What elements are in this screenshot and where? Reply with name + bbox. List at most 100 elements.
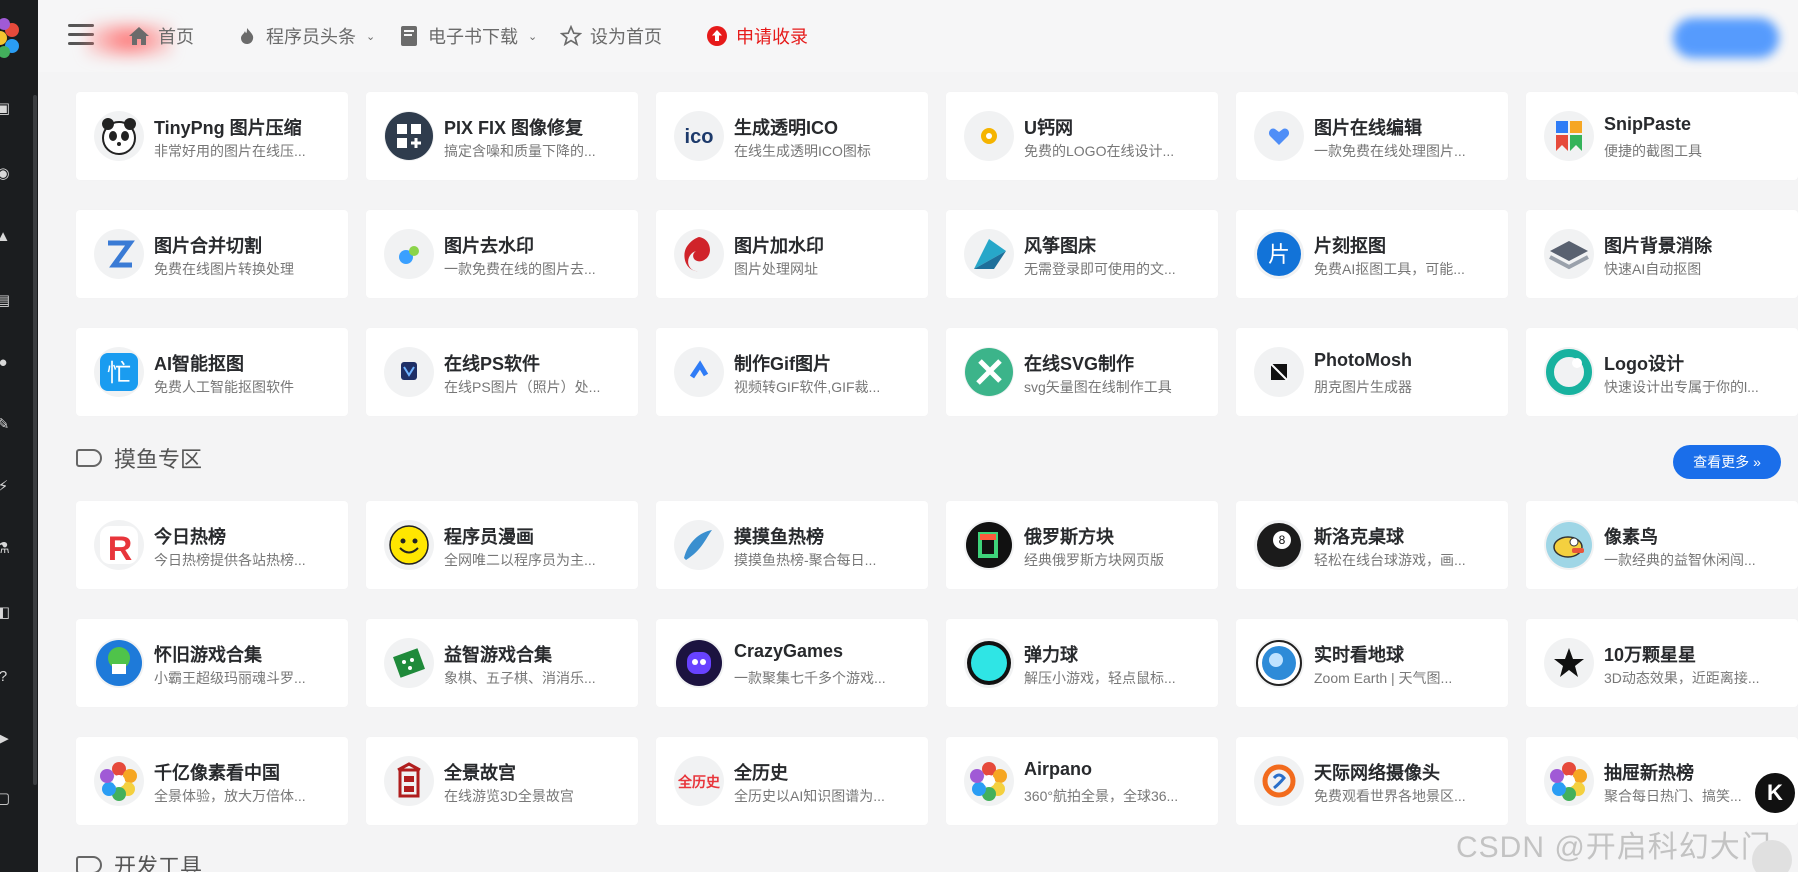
site-card[interactable]: 在线SVG制作 svg矢量图在线制作工具	[946, 328, 1218, 416]
gif-icon	[674, 347, 724, 397]
site-card[interactable]: 像素鸟 一款经典的益智休闲闯...	[1526, 501, 1798, 589]
sidebar-game-icon[interactable]: ◉	[0, 165, 12, 183]
flappy-bird-icon	[1544, 520, 1594, 570]
site-card[interactable]: 8 斯洛克桌球 轻松在线台球游戏，画...	[1236, 501, 1508, 589]
heart-icon	[1254, 111, 1304, 161]
site-card[interactable]: 片 片刻抠图 免费AI抠图工具，可能...	[1236, 210, 1508, 298]
sidebar-gamepad-icon[interactable]: ◧	[0, 604, 12, 622]
site-card[interactable]: 图片合并切割 免费在线图片转换处理	[76, 210, 348, 298]
site-card[interactable]: 程序员漫画 全网唯二以程序员为主...	[366, 501, 638, 589]
site-card[interactable]: PIX FIX 图像修复 搞定含噪和质量下降的...	[366, 92, 638, 180]
palace-icon	[384, 756, 434, 806]
sidebar-question-icon[interactable]: ?	[0, 668, 12, 686]
sidebar-video-icon[interactable]: ▶	[0, 730, 12, 748]
photomosh-icon	[1254, 347, 1304, 397]
chevron-down-icon: ⌄	[366, 30, 376, 43]
left-sidebar: ▣ ◉ ▲ ▤ ● ✎ ⚡ ⚗ ◧ ? ▶ ▢	[0, 0, 38, 872]
view-more-button[interactable]: 查看更多 »	[1673, 445, 1781, 479]
site-card[interactable]: SnipPaste 便捷的截图工具	[1526, 92, 1798, 180]
pian-icon: 片	[1254, 229, 1304, 279]
pixfix-icon	[384, 111, 434, 161]
site-card-title: 图片加水印	[734, 236, 824, 256]
site-card-description: 一款免费在线处理图片...	[1314, 143, 1466, 159]
site-card[interactable]: 怀旧游戏合集 小霸王超级玛丽魂斗罗...	[76, 619, 348, 707]
camera-icon	[1254, 756, 1304, 806]
sidebar-image-icon[interactable]: ▣	[0, 100, 12, 118]
site-card[interactable]: 风筝图床 无需登录即可使用的文...	[946, 210, 1218, 298]
site-card-title: 全景故宫	[444, 763, 516, 783]
top-header: 首页 程序员头条 ⌄ 电子书下载 ⌄ 设为首页 申请收录	[38, 0, 1798, 72]
site-card-title: 抽屉新热榜	[1604, 763, 1694, 783]
site-card[interactable]: 弹力球 解压小游戏，轻点鼠标...	[946, 619, 1218, 707]
site-card[interactable]: 忙 AI智能抠图 免费人工智能抠图软件	[76, 328, 348, 416]
sidebar-scrollbar[interactable]	[33, 95, 37, 785]
site-card[interactable]: U钙网 免费的LOGO在线设计...	[946, 92, 1218, 180]
floating-secondary-button[interactable]	[1752, 840, 1792, 872]
nav-ebook-download[interactable]: 电子书下载 ⌄	[398, 22, 537, 50]
site-card[interactable]: 千亿像素看中国 全景体验，放大万倍体...	[76, 737, 348, 825]
star-black-icon	[1544, 638, 1594, 688]
sidebar-plug-icon[interactable]: ⚡	[0, 478, 12, 496]
fire-icon	[236, 25, 258, 47]
nav-programmer-news[interactable]: 程序员头条 ⌄	[236, 22, 375, 50]
nav-programmer-news-label: 程序员头条	[266, 27, 356, 47]
site-card-description: svg矢量图在线制作工具	[1024, 379, 1172, 395]
site-card[interactable]: 天际网络摄像头 免费观看世界各地景区...	[1236, 737, 1508, 825]
site-card-description: Zoom Earth | 天气图...	[1314, 670, 1453, 686]
csdn-watermark: CSDN @开启科幻大门	[1456, 831, 1772, 864]
sidebar-graduate-icon[interactable]: ▲	[0, 228, 12, 246]
site-card-title: 俄罗斯方块	[1024, 527, 1114, 547]
login-button[interactable]	[1673, 18, 1779, 58]
site-card-description: 视频转GIF软件,GIF裁...	[734, 379, 881, 395]
site-card-description: 经典俄罗斯方块网页版	[1024, 552, 1164, 568]
site-card[interactable]: Airpano 360°航拍全景，全球36...	[946, 737, 1218, 825]
site-card-title: 风筝图床	[1024, 236, 1096, 256]
nav-home[interactable]: 首页	[128, 22, 194, 50]
site-card[interactable]: 图片在线编辑 一款免费在线处理图片...	[1236, 92, 1508, 180]
site-card-description: 免费的LOGO在线设计...	[1024, 143, 1175, 159]
site-card[interactable]: CrazyGames 一款聚集七千多个游戏...	[656, 619, 928, 707]
site-card[interactable]: 全景故宫 在线游览3D全景故宫	[366, 737, 638, 825]
nav-apply-listing[interactable]: 申请收录	[706, 22, 808, 50]
site-card[interactable]: 图片背景消除 快速AI自动抠图	[1526, 210, 1798, 298]
site-card-description: 轻松在线台球游戏，画...	[1314, 552, 1466, 568]
site-card[interactable]: R 今日热榜 今日热榜提供各站热榜...	[76, 501, 348, 589]
site-card[interactable]: PhotoMosh 朋克图片生成器	[1236, 328, 1508, 416]
site-card[interactable]: 10万颗星星 3D动态效果，近距离接...	[1526, 619, 1798, 707]
site-card-description: 图片处理网址	[734, 261, 818, 277]
site-card[interactable]: 实时看地球 Zoom Earth | 天气图...	[1236, 619, 1508, 707]
svg-text:ico: ico	[685, 126, 714, 148]
site-card[interactable]: 全历史 全历史 全历史以AI知识图谱为...	[656, 737, 928, 825]
nav-apply-listing-label: 申请收录	[736, 27, 808, 47]
logo-ring-icon	[1544, 347, 1594, 397]
svg-text:R: R	[108, 530, 133, 568]
site-card[interactable]: ico 生成透明ICO 在线生成透明ICO图标	[656, 92, 928, 180]
site-card[interactable]: 俄罗斯方块经典俄罗斯方块网页版	[946, 501, 1218, 589]
flower-logo-icon[interactable]	[0, 16, 24, 60]
floating-k-button[interactable]: K	[1752, 770, 1798, 816]
sidebar-twitch-icon[interactable]: ▢	[0, 790, 12, 808]
site-card[interactable]: 图片去水印 一款免费在线的图片去...	[366, 210, 638, 298]
site-card[interactable]: TinyPng 图片压缩 非常好用的图片在线压...	[76, 92, 348, 180]
earth-icon	[1254, 638, 1304, 688]
site-card[interactable]: 益智游戏合集 象棋、五子棋、消消乐...	[366, 619, 638, 707]
fish-icon	[674, 520, 724, 570]
book-icon	[398, 25, 420, 47]
sidebar-wrench-icon[interactable]: ✎	[0, 416, 12, 434]
site-card[interactable]: 制作Gif图片 视频转GIF软件,GIF裁...	[656, 328, 928, 416]
site-card[interactable]: 在线PS软件 在线PS图片（照片）处...	[366, 328, 638, 416]
sidebar-flask-icon[interactable]: ⚗	[0, 540, 12, 558]
svg-text:全历史: 全历史	[677, 774, 721, 791]
site-card[interactable]: 图片加水印图片处理网址	[656, 210, 928, 298]
site-card-title: 生成透明ICO	[734, 118, 839, 138]
site-card-title: 怀旧游戏合集	[154, 645, 262, 665]
sidebar-picture-icon[interactable]: ▤	[0, 292, 12, 310]
site-card[interactable]: 摸摸鱼热榜 摸摸鱼热榜-聚合每日...	[656, 501, 928, 589]
site-card[interactable]: Logo设计 快速设计出专属于你的l...	[1526, 328, 1798, 416]
site-card-title: TinyPng 图片压缩	[154, 118, 302, 138]
sidebar-palette-icon[interactable]: ●	[0, 354, 12, 372]
site-card-description: 3D动态效果，近距离接...	[1604, 670, 1760, 686]
site-card-title: 在线SVG制作	[1024, 354, 1135, 374]
site-card-description: 便捷的截图工具	[1604, 143, 1702, 159]
nav-set-homepage[interactable]: 设为首页	[560, 22, 662, 50]
